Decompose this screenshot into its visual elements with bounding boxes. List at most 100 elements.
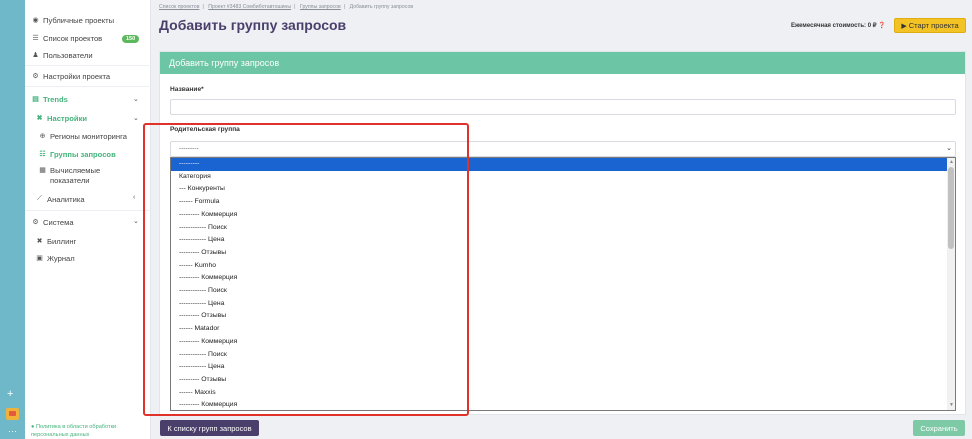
sidebar-item-label: Вычисляемые показатели <box>50 166 101 185</box>
scroll-up-icon[interactable]: ▲ <box>948 159 955 165</box>
chevron-down-icon: ⌄ <box>946 145 952 152</box>
sidebar-item-label: Пользователи <box>43 50 93 60</box>
tools-icon: ✖ <box>36 238 43 245</box>
sidebar-divider <box>25 210 151 211</box>
sidebar-item-monitoring-regions[interactable]: ⊕ Регионы мониторинга <box>38 130 127 142</box>
dropdown-option[interactable]: ------ Matador <box>171 323 947 336</box>
dropdown-option[interactable]: --- Конкуренты <box>171 183 947 196</box>
sidebar-item-label: Список проектов <box>43 33 103 43</box>
monthly-cost: Ежемесячная стоимость: 0 ₽ ❓ <box>791 22 886 29</box>
globe-icon: ⊕ <box>39 133 46 140</box>
sidebar-item-label: Настройки проекта <box>43 71 111 81</box>
tools-icon: ✖ <box>36 115 43 122</box>
parent-group-dropdown[interactable]: --------- Категория --- Конкуренты -----… <box>170 157 956 411</box>
book-icon: ▣ <box>36 255 43 262</box>
sidebar-item-label: Журнал <box>47 253 75 263</box>
save-button[interactable]: Сохранить <box>913 420 965 436</box>
add-icon[interactable]: + <box>7 388 13 400</box>
dropdown-option[interactable]: --------- Коммерция <box>171 399 947 410</box>
start-project-label: Старт проекта <box>908 21 959 30</box>
privacy-policy-link[interactable]: ● Политика в области обработки персональ… <box>31 424 143 439</box>
dropdown-option[interactable]: ------ Maxxis <box>171 387 947 400</box>
sidebar-item-system[interactable]: ⚙ Система <box>31 216 74 228</box>
table-icon: ▤ <box>32 96 39 103</box>
breadcrumb-project[interactable]: Проект #3483 Сомбиботавтошины <box>208 4 291 10</box>
chart-line-icon: ⟋ <box>37 195 42 202</box>
sidebar-item-label: Биллинг <box>47 236 77 246</box>
breadcrumb: Список проектов | Проект #3483 Сомбиботав… <box>159 4 414 10</box>
name-input[interactable] <box>170 99 956 115</box>
page-title: Добавить группу запросов <box>159 17 347 33</box>
parent-group-label: Родительская группа <box>170 126 240 133</box>
scroll-down-icon[interactable]: ▼ <box>948 402 955 408</box>
dropdown-option[interactable]: --------- Отзывы <box>171 247 947 260</box>
play-icon: ▶ <box>901 22 907 30</box>
list-icon: ☰ <box>32 35 39 42</box>
dropdown-option[interactable]: ------ Formula <box>171 196 947 209</box>
dropdown-option[interactable]: ------------ Поиск <box>171 285 947 298</box>
more-icon[interactable]: ⋯ <box>8 426 18 437</box>
gears-icon: ⚙ <box>32 73 39 80</box>
name-label: Название* <box>170 86 204 93</box>
users-icon: ♟ <box>32 52 39 59</box>
dropdown-option[interactable]: ------------ Поиск <box>171 222 947 235</box>
calculator-icon: ▦ <box>39 167 46 174</box>
sidebar-item-label: Регионы мониторинга <box>50 131 127 141</box>
card-title: Добавить группу запросов <box>160 52 965 74</box>
dropdown-option[interactable]: --------- Коммерция <box>171 209 947 222</box>
info-icon: ● <box>31 424 35 430</box>
sidebar-item-label: Аналитика <box>47 194 85 204</box>
sidebar-item-label: Trends <box>43 94 68 104</box>
sidebar-item-public-projects[interactable]: ◉ Публичные проекты <box>31 14 114 26</box>
sidebar-item-settings[interactable]: ✖ Настройки <box>35 112 88 124</box>
sidebar-item-label: Группы запросов <box>50 149 116 159</box>
sidebar-item-label: Система <box>43 217 74 227</box>
parent-group-value: --------- <box>179 145 199 152</box>
chevron-down-icon[interactable]: ⌄ <box>133 114 139 122</box>
sidebar-item-project-list[interactable]: ☰ Список проектов <box>31 32 102 44</box>
breadcrumb-query-groups[interactable]: Группы запросов <box>300 4 341 10</box>
dropdown-option[interactable]: --------- Коммерция <box>171 336 947 349</box>
eye-icon: ◉ <box>32 17 39 24</box>
sidebar-item-billing[interactable]: ✖ Биллинг <box>35 235 77 247</box>
sidebar-item-label: Настройки <box>47 113 88 123</box>
sidebar-item-analytics[interactable]: ⟋ Аналитика <box>35 193 85 205</box>
sidebar-item-label: Публичные проекты <box>43 15 115 25</box>
sidebar-item-query-groups[interactable]: ☷ Группы запросов <box>38 148 116 160</box>
breadcrumb-project-list[interactable]: Список проектов <box>159 4 199 10</box>
group-icon: ☷ <box>39 151 46 158</box>
question-icon[interactable]: ❓ <box>878 23 885 29</box>
app-rail: + ⋯ <box>0 0 25 439</box>
dropdown-option[interactable]: --------- Отзывы <box>171 310 947 323</box>
sidebar-item-project-settings[interactable]: ⚙ Настройки проекта <box>31 70 110 82</box>
sidebar-item-trends[interactable]: ▤ Trends <box>31 93 68 105</box>
dropdown-option[interactable]: --------- Коммерция <box>171 272 947 285</box>
dropdown-option[interactable]: ------------ Цена <box>171 361 947 374</box>
dropdown-option[interactable]: ------ Kumho <box>171 260 947 273</box>
privacy-policy-label: Политика в области обработки персональны… <box>31 424 117 438</box>
dropdown-option[interactable]: ------------ Поиск <box>171 349 947 362</box>
sidebar-item-journal[interactable]: ▣ Журнал <box>35 252 75 264</box>
sidebar-divider <box>25 65 151 66</box>
dropdown-option[interactable]: --------- <box>171 158 947 171</box>
scrollbar-thumb[interactable] <box>948 167 954 249</box>
parent-group-select[interactable]: --------- ⌄ <box>170 141 956 157</box>
sidebar-item-users[interactable]: ♟ Пользователи <box>31 49 93 61</box>
back-to-groups-button[interactable]: К списку групп запросов <box>160 420 259 436</box>
chevron-down-icon[interactable]: ⌄ <box>133 95 139 103</box>
start-project-button[interactable]: ▶ Старт проекта <box>894 18 966 33</box>
notification-icon[interactable] <box>6 408 19 420</box>
gears-icon: ⚙ <box>32 219 39 226</box>
sidebar-divider <box>25 86 151 87</box>
breadcrumb-current: Добавить группу запросов <box>349 4 414 10</box>
dropdown-option[interactable]: Категория <box>171 171 947 184</box>
dropdown-option[interactable]: --------- Отзывы <box>171 374 947 387</box>
dropdown-scrollbar[interactable]: ▲ ▼ <box>947 158 955 410</box>
chevron-down-icon[interactable]: ⌄ <box>133 217 139 225</box>
dropdown-option[interactable]: ------------ Цена <box>171 234 947 247</box>
monthly-cost-label: Ежемесячная стоимость: 0 ₽ <box>791 23 877 29</box>
project-count-badge: 150 <box>122 35 140 43</box>
dropdown-option[interactable]: ------------ Цена <box>171 298 947 311</box>
chevron-left-icon[interactable]: ‹ <box>133 194 135 201</box>
sidebar-item-computed-metrics[interactable]: ▦ Вычисляемые показатели <box>38 166 120 188</box>
